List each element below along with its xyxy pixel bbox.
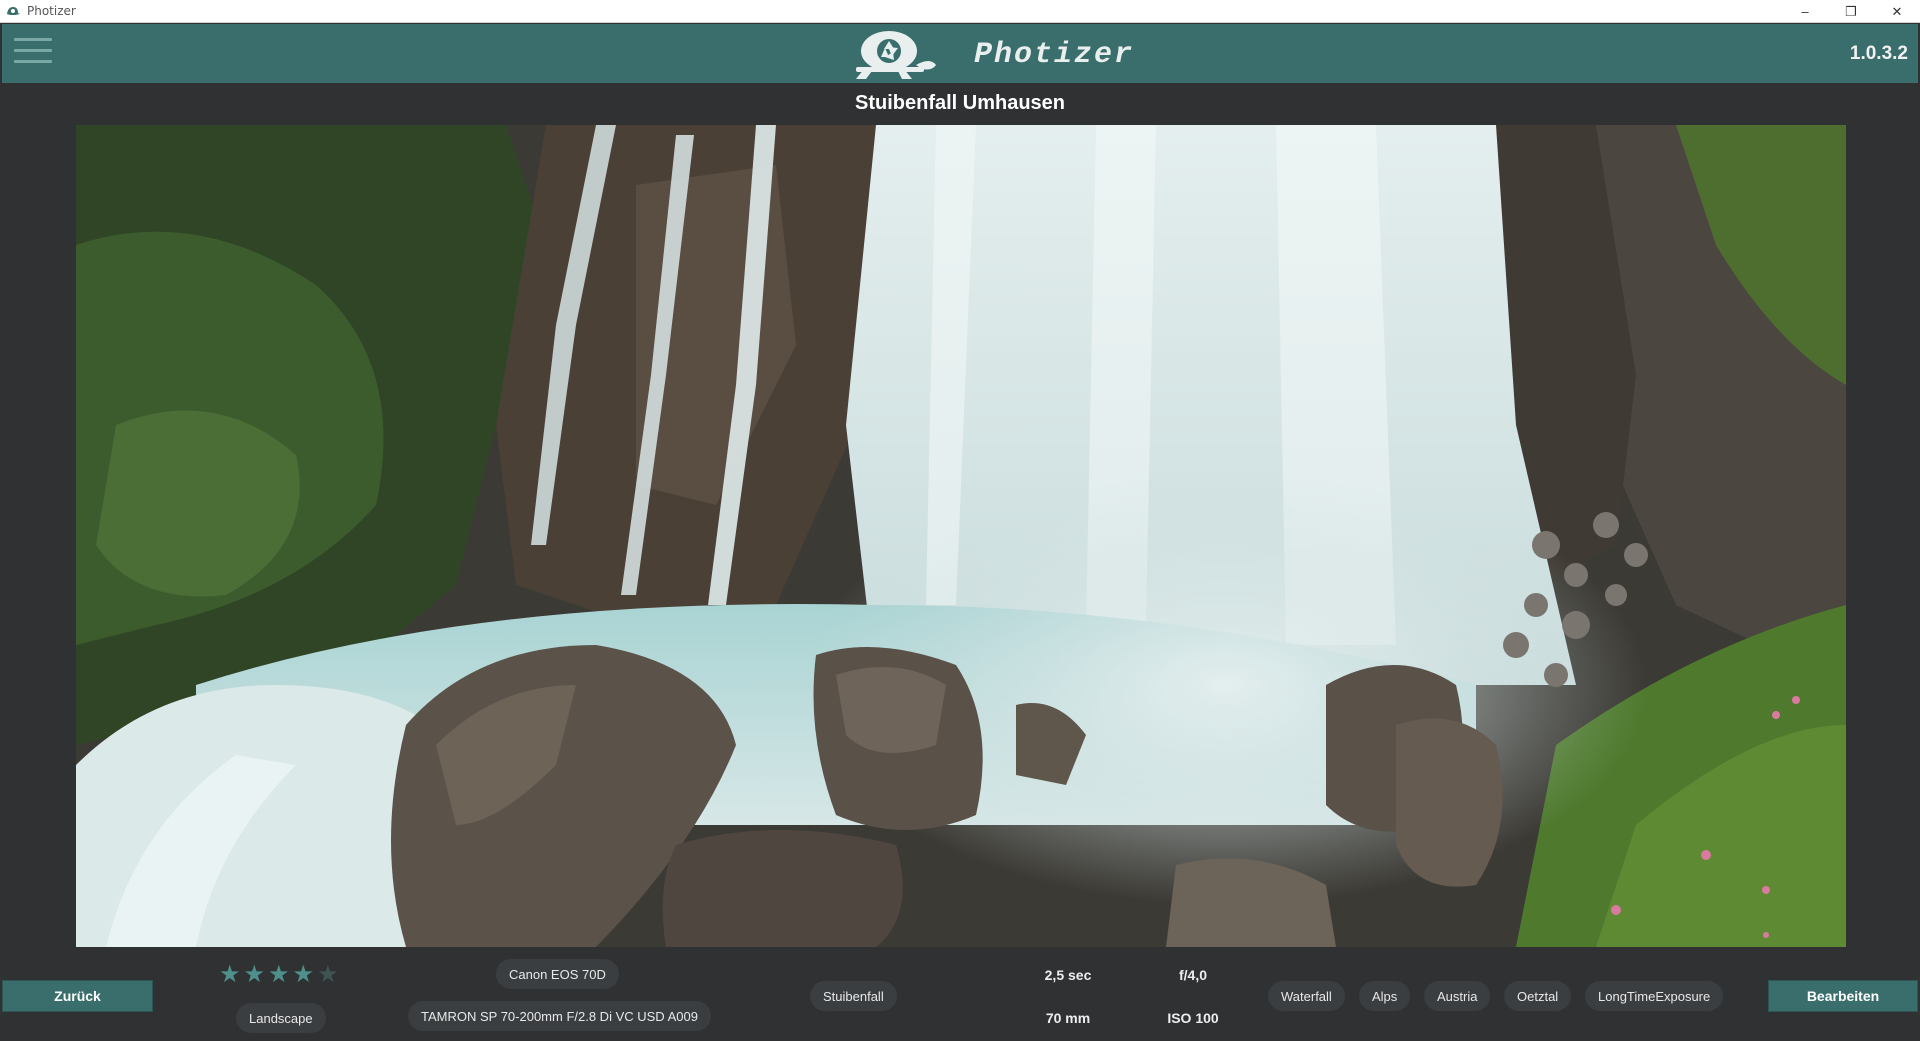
location-chip[interactable]: Stuibenfall: [810, 981, 897, 1011]
iso-value: ISO 100: [1167, 1010, 1219, 1026]
close-button[interactable]: ✕: [1874, 0, 1920, 23]
star-2-icon[interactable]: ★: [244, 963, 266, 987]
tag-chip[interactable]: Waterfall: [1268, 981, 1345, 1011]
star-4-icon[interactable]: ★: [293, 963, 315, 987]
tag-chip[interactable]: Oetztal: [1504, 981, 1572, 1011]
tag-chip[interactable]: Alps: [1359, 981, 1411, 1011]
photo-title: Stuibenfall Umhausen: [854, 92, 1066, 114]
star-rating[interactable]: ★ ★ ★ ★ ★: [219, 963, 339, 987]
aperture-value: f/4,0: [1178, 967, 1207, 983]
back-button[interactable]: Zurück: [2, 980, 153, 1012]
tag-chip[interactable]: Austria: [1424, 981, 1491, 1011]
edit-button[interactable]: Bearbeiten: [1768, 980, 1918, 1012]
focal-length-value: 70 mm: [1045, 1010, 1091, 1026]
photo-image: [76, 125, 1846, 947]
app-icon: [7, 7, 20, 15]
app-name: Photizer: [974, 38, 1135, 72]
lens-chip[interactable]: TAMRON SP 70-200mm F/2.8 Di VC USD A009: [408, 1001, 711, 1031]
restore-button[interactable]: ❐: [1828, 0, 1874, 23]
category-chip[interactable]: Landscape: [236, 1003, 326, 1033]
star-3-icon[interactable]: ★: [268, 963, 290, 987]
star-1-icon[interactable]: ★: [219, 963, 241, 987]
version-label: 1.0.3.2: [1849, 43, 1908, 64]
camera-chip[interactable]: Canon EOS 70D: [496, 959, 619, 989]
window-titlebar: Photizer – ❐ ✕: [0, 0, 1920, 23]
exposure-value: 2,5 sec: [1044, 967, 1092, 983]
app-header: Photizer 1.0.3.2: [2, 24, 1918, 83]
window-title: Photizer: [27, 4, 76, 18]
turtle-aperture-logo: [856, 31, 936, 79]
minimize-button[interactable]: –: [1782, 0, 1828, 23]
hamburger-icon[interactable]: [14, 38, 52, 68]
star-5-icon[interactable]: ★: [317, 963, 339, 987]
tag-chip[interactable]: LongTimeExposure: [1585, 981, 1724, 1011]
